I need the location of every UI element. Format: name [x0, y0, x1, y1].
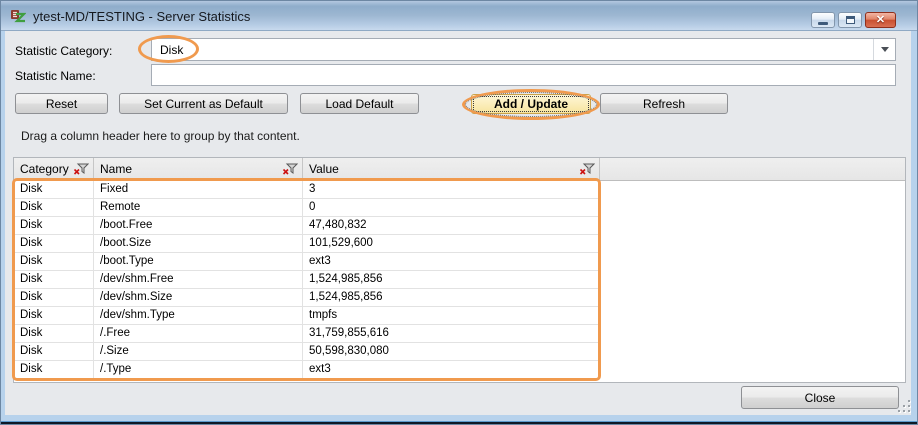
filter-icon[interactable] [579, 163, 595, 175]
cell-category: Disk [14, 181, 94, 198]
server-statistics-dialog: ytest-MD/TESTING - Server Statistics ✕ S… [0, 0, 918, 425]
cell-name: Fixed [94, 181, 303, 198]
refresh-button[interactable]: Refresh [600, 93, 728, 114]
table-row[interactable]: Disk Remote 0 [14, 199, 600, 217]
column-header-value[interactable]: Value [303, 158, 600, 180]
table-row[interactable]: Disk /dev/shm.Free 1,524,985,856 [14, 271, 600, 289]
titlebar[interactable]: ytest-MD/TESTING - Server Statistics ✕ [1, 1, 917, 31]
cell-value: 50,598,830,080 [303, 343, 600, 360]
statistic-category-label: Statistic Category: [15, 44, 112, 58]
cell-category: Disk [14, 217, 94, 234]
filter-icon[interactable] [282, 163, 298, 175]
minimize-icon [818, 22, 828, 25]
window-border-left [1, 31, 5, 424]
maximize-button[interactable] [838, 12, 862, 28]
table-row[interactable]: Disk /boot.Free 47,480,832 [14, 217, 600, 235]
column-header-name[interactable]: Name [94, 158, 303, 180]
close-icon: ✕ [876, 13, 885, 27]
cell-value: 47,480,832 [303, 217, 600, 234]
table-row[interactable]: Disk /dev/shm.Size 1,524,985,856 [14, 289, 600, 307]
cell-value: 0 [303, 199, 600, 216]
table-row[interactable]: Disk /boot.Size 101,529,600 [14, 235, 600, 253]
cell-name: /dev/shm.Free [94, 271, 303, 288]
cell-name: /.Free [94, 325, 303, 342]
combobox-dropdown-button[interactable] [873, 39, 895, 60]
cell-name: /boot.Free [94, 217, 303, 234]
resize-grip[interactable] [898, 400, 912, 414]
table-row[interactable]: Disk /.Size 50,598,830,080 [14, 343, 600, 361]
window-border-bottom-edge [1, 421, 917, 424]
close-window-button[interactable]: ✕ [865, 12, 896, 28]
cell-category: Disk [14, 325, 94, 342]
cell-category: Disk [14, 289, 94, 306]
statistic-category-value: Disk [160, 43, 183, 57]
cell-value: 1,524,985,856 [303, 271, 600, 288]
table-row[interactable]: Disk /.Free 31,759,855,616 [14, 325, 600, 343]
minimize-button[interactable] [811, 12, 835, 28]
filter-icon[interactable] [73, 163, 89, 175]
column-header-category[interactable]: Category [14, 158, 94, 180]
cell-category: Disk [14, 271, 94, 288]
cell-category: Disk [14, 361, 94, 378]
cell-name: /boot.Size [94, 235, 303, 252]
cell-category: Disk [14, 307, 94, 324]
cell-value: 1,524,985,856 [303, 289, 600, 306]
grid-body: Disk Fixed 3 Disk Remote 0 Disk /boot.Fr… [14, 181, 905, 382]
cell-name: /.Size [94, 343, 303, 360]
table-row[interactable]: Disk /.Type ext3 [14, 361, 600, 379]
cell-category: Disk [14, 253, 94, 270]
statistic-name-input[interactable] [151, 64, 896, 86]
cell-value: ext3 [303, 361, 600, 378]
cell-name: /.Type [94, 361, 303, 378]
grid-header: Category Name Value [14, 158, 905, 181]
window-title: ytest-MD/TESTING - Server Statistics [33, 9, 250, 24]
cell-value: ext3 [303, 253, 600, 270]
maximize-icon [846, 16, 855, 24]
cell-value: 31,759,855,616 [303, 325, 600, 342]
chevron-down-icon [881, 47, 889, 52]
set-current-as-default-button[interactable]: Set Current as Default [119, 93, 288, 114]
cell-value: 101,529,600 [303, 235, 600, 252]
add-update-button[interactable]: Add / Update [471, 94, 591, 114]
load-default-button[interactable]: Load Default [300, 93, 419, 114]
cell-category: Disk [14, 235, 94, 252]
table-row[interactable]: Disk /dev/shm.Type tmpfs [14, 307, 600, 325]
cell-name: Remote [94, 199, 303, 216]
cell-category: Disk [14, 199, 94, 216]
statistics-grid: Category Name Value [13, 157, 906, 383]
window-border-right [911, 31, 917, 424]
app-icon [10, 8, 26, 24]
group-by-hint: Drag a column header here to group by th… [21, 129, 300, 143]
cell-name: /boot.Type [94, 253, 303, 270]
close-button[interactable]: Close [741, 386, 899, 409]
cell-category: Disk [14, 343, 94, 360]
cell-value: tmpfs [303, 307, 600, 324]
cell-name: /dev/shm.Type [94, 307, 303, 324]
column-header-filler [600, 158, 905, 180]
statistic-category-combobox[interactable]: Disk [151, 38, 896, 61]
table-row[interactable]: Disk /boot.Type ext3 [14, 253, 600, 271]
cell-value: 3 [303, 181, 600, 198]
cell-name: /dev/shm.Size [94, 289, 303, 306]
statistic-name-label: Statistic Name: [15, 69, 96, 83]
reset-button[interactable]: Reset [15, 93, 108, 114]
table-row[interactable]: Disk Fixed 3 [14, 181, 600, 199]
